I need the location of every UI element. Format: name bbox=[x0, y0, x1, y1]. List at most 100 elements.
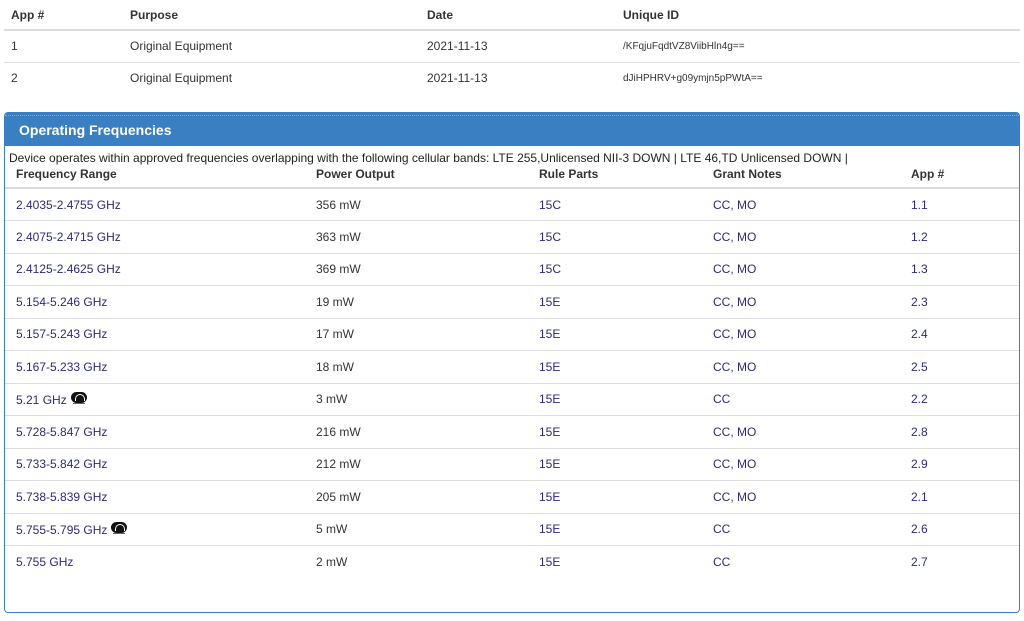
power-output: 2 mW bbox=[316, 555, 348, 569]
table-row: 2.4075-2.4715 GHz 363 mW 15C CC, MO 1.2 bbox=[5, 220, 1019, 254]
rule-parts-link[interactable]: 15E bbox=[539, 360, 560, 374]
frequency-range-link[interactable]: 5.733-5.842 GHz bbox=[16, 457, 107, 471]
rule-parts-cell: 15E bbox=[528, 513, 702, 546]
app-number-cell: 2.6 bbox=[900, 513, 1019, 546]
grant-notes-cell: CC, MO bbox=[702, 253, 900, 286]
app-number-cell: 1.3 bbox=[900, 253, 1019, 286]
frequency-range-cell: 2.4075-2.4715 GHz bbox=[5, 220, 305, 254]
grant-notes-link[interactable]: CC, MO bbox=[713, 295, 756, 309]
panel-title: Operating Frequencies bbox=[5, 113, 1019, 146]
app-number-link[interactable]: 2.3 bbox=[911, 295, 928, 309]
table-row: 5.733-5.842 GHz 212 mW 15E CC, MO 2.9 bbox=[5, 448, 1019, 481]
rule-parts-cell: 15E bbox=[528, 415, 702, 449]
app-number-link[interactable]: 2.8 bbox=[911, 425, 928, 439]
frequency-range-link[interactable]: 5.167-5.233 GHz bbox=[16, 360, 107, 374]
header-date: Date bbox=[420, 0, 616, 31]
header-grant-notes: Grant Notes bbox=[702, 167, 900, 189]
power-output: 19 mW bbox=[316, 294, 355, 309]
app-number-link[interactable]: 1.2 bbox=[911, 230, 928, 244]
rule-parts-cell: 15E bbox=[528, 350, 702, 384]
frequency-table: Frequency Range Power Output Rule Parts … bbox=[5, 167, 1019, 578]
frequency-range-link[interactable]: 2.4035-2.4755 GHz bbox=[16, 198, 121, 212]
rule-parts-link[interactable]: 15E bbox=[539, 295, 560, 309]
rule-parts-cell: 15E bbox=[528, 546, 702, 579]
rule-parts-link[interactable]: 15C bbox=[539, 198, 561, 212]
rule-parts-cell: 15E bbox=[528, 285, 702, 319]
app-number-link[interactable]: 2.6 bbox=[911, 522, 928, 536]
app-number-cell: 2.1 bbox=[900, 480, 1019, 514]
grant-notes-link[interactable]: CC bbox=[713, 522, 730, 536]
frequency-range-link[interactable]: 5.738-5.839 GHz bbox=[16, 490, 107, 504]
date: 2021-11-13 bbox=[420, 30, 616, 63]
table-row: 2.4125-2.4625 GHz 369 mW 15C CC, MO 1.3 bbox=[5, 253, 1019, 286]
grant-notes-cell: CC, MO bbox=[702, 480, 900, 514]
rule-parts-link[interactable]: 15C bbox=[539, 262, 561, 276]
app-number-link[interactable]: 2.1 bbox=[911, 490, 928, 504]
grant-notes-link[interactable]: CC, MO bbox=[713, 457, 756, 471]
grant-notes-link[interactable]: CC, MO bbox=[713, 425, 756, 439]
rule-parts-cell: 15E bbox=[528, 480, 702, 514]
table-row: 5.728-5.847 GHz 216 mW 15E CC, MO 2.8 bbox=[5, 415, 1019, 449]
frequency-range-cell: 5.755-5.795 GHz bbox=[5, 513, 305, 546]
grant-notes-cell: CC, MO bbox=[702, 220, 900, 254]
frequency-range-link[interactable]: 5.755-5.795 GHz bbox=[16, 523, 107, 537]
frequency-range-link[interactable]: 5.728-5.847 GHz bbox=[16, 425, 107, 439]
app-number-link[interactable]: 2.5 bbox=[911, 360, 928, 374]
grant-notes-link[interactable]: CC, MO bbox=[713, 327, 756, 341]
frequency-range-link[interactable]: 2.4075-2.4715 GHz bbox=[16, 230, 121, 244]
rule-parts-cell: 15E bbox=[528, 383, 702, 416]
grant-notes-cell: CC, MO bbox=[702, 350, 900, 384]
frequency-range-link[interactable]: 5.755 GHz bbox=[16, 555, 73, 569]
grant-notes-link[interactable]: CC, MO bbox=[713, 198, 756, 212]
frequency-range-cell: 5.738-5.839 GHz bbox=[5, 480, 305, 514]
table-row: 5.738-5.839 GHz 205 mW 15E CC, MO 2.1 bbox=[5, 480, 1019, 514]
grant-notes-link[interactable]: CC, MO bbox=[713, 490, 756, 504]
power-output: 212 mW bbox=[316, 457, 361, 472]
frequency-range-link[interactable]: 5.154-5.246 GHz bbox=[16, 295, 107, 309]
app-number: 2 bbox=[11, 71, 18, 86]
power-output-cell: 19 mW bbox=[305, 285, 528, 319]
rule-parts-link[interactable]: 15E bbox=[539, 392, 560, 406]
power-output: 17 mW bbox=[316, 327, 355, 342]
app-number-link[interactable]: 2.9 bbox=[911, 457, 928, 471]
grant-notes-link[interactable]: CC bbox=[713, 392, 730, 406]
power-output-cell: 3 mW bbox=[305, 383, 528, 416]
frequency-range-link[interactable]: 2.4125-2.4625 GHz bbox=[16, 262, 121, 276]
app-number-link[interactable]: 1.1 bbox=[911, 198, 928, 212]
rule-parts-link[interactable]: 15E bbox=[539, 555, 560, 569]
table-row: 5.154-5.246 GHz 19 mW 15E CC, MO 2.3 bbox=[5, 285, 1019, 319]
app-number-link[interactable]: 2.2 bbox=[911, 392, 928, 406]
rule-parts-link[interactable]: 15E bbox=[539, 457, 560, 471]
grant-notes-cell: CC, MO bbox=[702, 188, 900, 221]
power-output-cell: 18 mW bbox=[305, 350, 528, 384]
grant-notes-cell: CC, MO bbox=[702, 285, 900, 319]
rule-parts-link[interactable]: 15E bbox=[539, 522, 560, 536]
frequency-range-link[interactable]: 5.21 GHz bbox=[16, 393, 67, 407]
rule-parts-link[interactable]: 15E bbox=[539, 490, 560, 504]
power-output-cell: 5 mW bbox=[305, 513, 528, 546]
app-number-link[interactable]: 1.3 bbox=[911, 262, 928, 276]
frequency-range-cell: 5.21 GHz bbox=[5, 383, 305, 416]
app-number-link[interactable]: 2.7 bbox=[911, 555, 928, 569]
rule-parts-link[interactable]: 15E bbox=[539, 425, 560, 439]
app-number-link[interactable]: 2.4 bbox=[911, 327, 928, 341]
unique-id: dJiHPHRV+g09ymjn5pPWtA== bbox=[623, 72, 763, 84]
wifi-badge-label bbox=[113, 532, 126, 536]
power-output-cell: 2 mW bbox=[305, 546, 528, 579]
frequency-range-link[interactable]: 5.157-5.243 GHz bbox=[16, 327, 107, 341]
header-rule-parts: Rule Parts bbox=[528, 167, 702, 189]
frequency-header-row: Frequency Range Power Output Rule Parts … bbox=[5, 167, 1019, 189]
rule-parts-link[interactable]: 15E bbox=[539, 327, 560, 341]
power-output: 205 mW bbox=[316, 489, 361, 504]
rule-parts-link[interactable]: 15C bbox=[539, 230, 561, 244]
grant-notes-link[interactable]: CC, MO bbox=[713, 262, 756, 276]
power-output: 369 mW bbox=[316, 262, 361, 277]
wifi-badge-icon bbox=[70, 391, 88, 407]
power-output-cell: 212 mW bbox=[305, 448, 528, 481]
header-app-number: App # bbox=[4, 0, 123, 31]
grant-notes-link[interactable]: CC, MO bbox=[713, 230, 756, 244]
header-purpose: Purpose bbox=[123, 0, 420, 31]
power-output-cell: 205 mW bbox=[305, 480, 528, 514]
grant-notes-link[interactable]: CC, MO bbox=[713, 360, 756, 374]
grant-notes-link[interactable]: CC bbox=[713, 555, 730, 569]
